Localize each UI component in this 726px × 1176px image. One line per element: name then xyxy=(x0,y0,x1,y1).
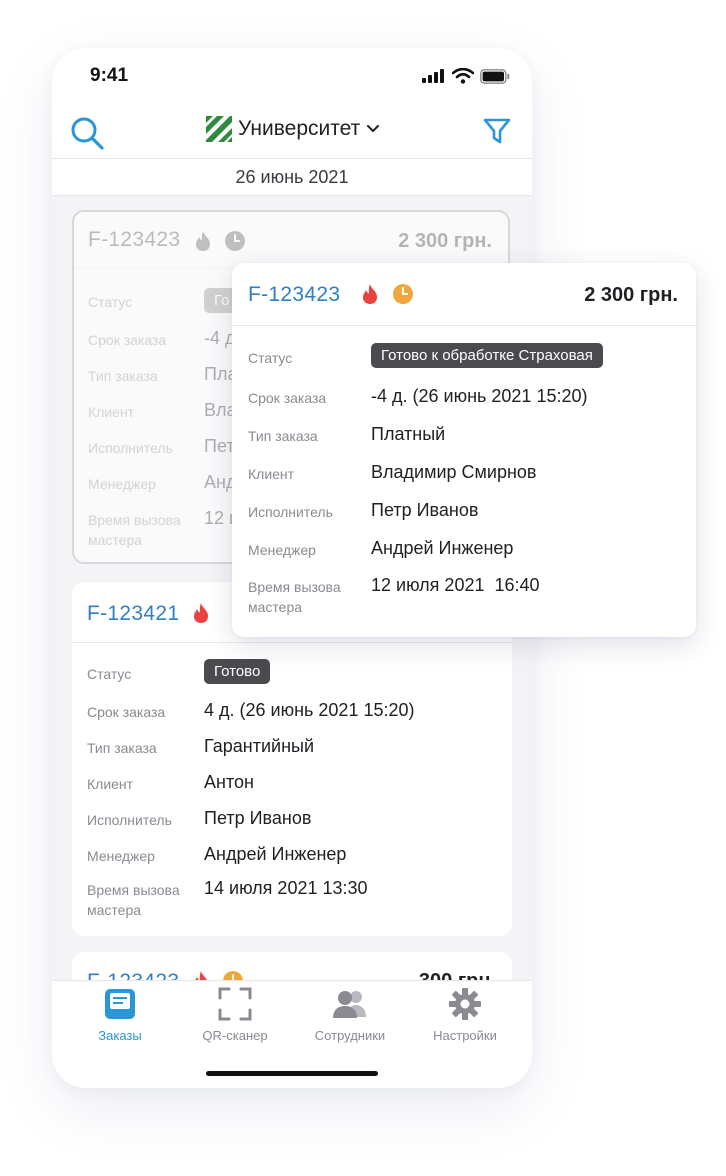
tab-employees[interactable]: Сотрудники xyxy=(295,987,405,1043)
tab-qr-scanner[interactable]: QR-сканер xyxy=(180,987,290,1043)
wifi-icon xyxy=(452,68,474,84)
order-id: F-123423 xyxy=(88,228,181,251)
value-master-time: 14 июля 2021 13:30 xyxy=(204,878,368,898)
qr-scanner-icon xyxy=(218,987,252,1021)
label-master-time: Время вызова мастера xyxy=(248,579,341,615)
filter-icon[interactable] xyxy=(482,116,512,146)
location-title: Университет xyxy=(238,117,361,140)
label-client: Клиент xyxy=(248,466,295,482)
card-header: F-123423 2 300 грн. xyxy=(232,263,696,326)
value-deadline-partial: -4 д xyxy=(204,328,236,348)
label-type: Тип заказа xyxy=(87,740,157,756)
value-type: Платный xyxy=(371,424,446,444)
value-executor: Петр Иванов xyxy=(371,500,479,520)
order-id: F-123423 xyxy=(248,283,341,306)
tab-label-settings: Настройки xyxy=(433,1028,497,1043)
battery-icon xyxy=(480,68,510,84)
label-type: Тип заказа xyxy=(88,368,158,384)
value-manager: Андрей Инженер xyxy=(204,844,347,864)
label-deadline: Срок заказа xyxy=(87,704,166,720)
value-deadline: 4 д. (26 июнь 2021 15:20) xyxy=(204,700,415,720)
tab-label-qr-scanner: QR-сканер xyxy=(202,1028,268,1043)
order-card-popout[interactable]: F-123423 2 300 грн. Статус Готово к обра… xyxy=(232,263,696,637)
orders-icon xyxy=(105,989,135,1019)
label-client: Клиент xyxy=(88,404,135,420)
label-type: Тип заказа xyxy=(248,428,318,444)
tab-label-employees: Сотрудники xyxy=(314,1028,386,1043)
date-header: 26 июнь 2021 xyxy=(52,158,532,196)
value-client: Владимир Смирнов xyxy=(371,462,537,482)
status-icons xyxy=(422,68,510,84)
tab-orders[interactable]: Заказы xyxy=(65,987,175,1043)
value-type: Гарантийный xyxy=(204,736,314,756)
card-header: F-123423 2 300 грн. xyxy=(74,212,508,269)
label-executor: Исполнитель xyxy=(87,812,172,828)
status-badge: Готово к обработке Страховая xyxy=(371,343,603,368)
label-master-time: Время вызова мастера xyxy=(88,512,181,548)
label-master-time: Время вызова мастера xyxy=(87,882,180,918)
value-executor: Петр Иванов xyxy=(204,808,312,828)
employees-icon xyxy=(333,991,366,1018)
chevron-down-icon xyxy=(367,125,380,132)
order-price: 2 300 грн. xyxy=(398,230,492,252)
company-logo-icon xyxy=(206,116,232,142)
label-status: Статус xyxy=(87,666,132,682)
label-deadline: Срок заказа xyxy=(88,332,167,348)
clock-icon xyxy=(393,284,413,304)
status-time: 9:41 xyxy=(90,65,129,86)
order-price: 2 300 грн. xyxy=(584,284,678,306)
label-manager: Менеджер xyxy=(248,542,316,558)
value-manager: Андрей Инженер xyxy=(371,538,514,558)
label-client: Клиент xyxy=(87,776,134,792)
location-selector[interactable]: Университет xyxy=(206,116,380,142)
label-executor: Исполнитель xyxy=(248,504,333,520)
label-deadline: Срок заказа xyxy=(248,390,327,406)
value-client: Антон xyxy=(204,772,254,792)
clock-icon xyxy=(225,231,245,251)
value-master-time: 12 июля 2021 16:40 xyxy=(371,575,540,595)
search-icon[interactable] xyxy=(68,114,106,152)
tab-settings[interactable]: Настройки xyxy=(410,987,520,1043)
fire-icon xyxy=(363,284,377,304)
status-badge: Готово xyxy=(204,659,271,684)
cellular-signal-icon xyxy=(422,69,444,83)
settings-gear-icon xyxy=(449,988,481,1020)
fire-icon xyxy=(194,603,208,623)
order-id: F-123421 xyxy=(87,602,180,625)
tab-label-orders: Заказы xyxy=(98,1028,142,1043)
home-indicator xyxy=(206,1071,378,1076)
label-executor: Исполнитель xyxy=(88,440,173,456)
fire-icon xyxy=(196,231,210,251)
value-deadline: -4 д. (26 июнь 2021 15:20) xyxy=(371,386,588,406)
label-manager: Менеджер xyxy=(88,476,156,492)
label-status: Статус xyxy=(88,294,133,310)
top-area: 9:41 Университет 26 июнь 2021 xyxy=(52,48,532,196)
label-status: Статус xyxy=(248,350,293,366)
label-manager: Менеджер xyxy=(87,848,155,864)
